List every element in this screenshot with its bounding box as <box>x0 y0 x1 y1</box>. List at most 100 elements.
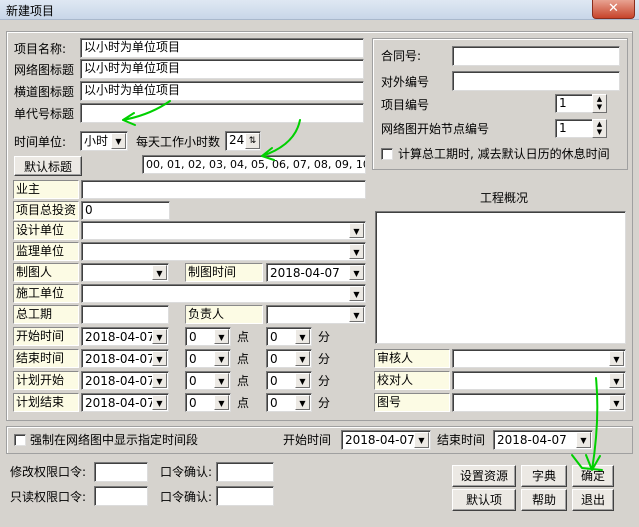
chevron-down-icon[interactable]: ▼ <box>295 351 310 366</box>
chevron-down-icon[interactable]: ▼ <box>349 265 364 280</box>
start-node-input[interactable]: 1 <box>555 119 593 138</box>
chevron-down-icon[interactable]: ▼ <box>414 432 429 448</box>
end-minute-select[interactable]: 0 ▼ <box>266 349 312 368</box>
start-date-select[interactable]: 2018-04-07 ▼ <box>81 327 169 346</box>
chevron-down-icon[interactable]: ▼ <box>295 395 310 410</box>
start-minute-label: 分 <box>318 330 331 344</box>
contract-no-label: 合同号: <box>381 49 422 63</box>
chevron-down-icon[interactable]: ▼ <box>609 373 624 388</box>
drafter-select[interactable]: ▼ <box>81 263 169 282</box>
time-unit-select[interactable]: 小时 ▼ <box>80 131 128 151</box>
chevron-down-icon[interactable]: ▼ <box>152 351 167 366</box>
drawing-no-label: 图号 <box>374 393 450 412</box>
draw-time-label: 制图时间 <box>185 263 263 282</box>
overview-label: 工程概况 <box>480 191 529 205</box>
end-minute-label: 分 <box>318 352 331 366</box>
dictionary-button[interactable]: 字典 <box>521 465 567 487</box>
drafter-label: 制图人 <box>13 263 79 282</box>
investment-input[interactable]: 0 <box>81 201 170 220</box>
chevron-down-icon[interactable]: ▼ <box>349 286 364 301</box>
plan-end-minute-value: 0 <box>270 396 278 410</box>
plan-start-date-value: 2018-04-07 <box>85 374 155 388</box>
readonly-pwd-input[interactable] <box>94 486 148 506</box>
start-hour-value: 0 <box>189 330 197 344</box>
chevron-down-icon[interactable]: ▼ <box>214 329 229 344</box>
draw-time-select[interactable]: 2018-04-07 ▼ <box>266 263 366 282</box>
chevron-down-icon[interactable]: ▼ <box>576 432 591 448</box>
chevron-down-icon[interactable]: ▼ <box>152 265 167 280</box>
reviewer-select[interactable]: ▼ <box>452 349 626 368</box>
chevron-down-icon[interactable]: ▼ <box>214 373 229 388</box>
ok-button[interactable]: 确定 <box>572 465 614 487</box>
start-minute-select[interactable]: 0 ▼ <box>266 327 312 346</box>
default-button[interactable]: 默认项 <box>452 489 516 511</box>
plan-start-hour-value: 0 <box>189 374 197 388</box>
owner-input[interactable] <box>81 180 366 199</box>
subtract-rest-checkbox[interactable] <box>381 148 393 160</box>
modify-pwd-confirm-label: 口令确认: <box>160 465 213 479</box>
default-title-button[interactable]: 默认标题 <box>14 156 82 176</box>
chevron-down-icon[interactable]: ▼ <box>152 329 167 344</box>
design-unit-select[interactable]: ▼ <box>81 221 366 240</box>
owner-label: 业主 <box>13 180 79 199</box>
modify-pwd-confirm-input[interactable] <box>216 462 274 482</box>
contract-no-input[interactable] <box>452 46 620 66</box>
chevron-down-icon[interactable]: ▼ <box>609 351 624 366</box>
project-name-input[interactable]: 以小时为单位项目 <box>80 38 364 58</box>
supervision-unit-select[interactable]: ▼ <box>81 242 366 261</box>
code-title-input[interactable] <box>80 103 364 123</box>
checker-select[interactable]: ▼ <box>452 371 626 390</box>
start-hour-select[interactable]: 0 ▼ <box>185 327 231 346</box>
chevron-down-icon[interactable]: ▼ <box>349 307 364 322</box>
manager-select[interactable]: ▼ <box>266 305 366 324</box>
plan-start-date-select[interactable]: 2018-04-07 ▼ <box>81 371 169 390</box>
plan-end-minute-select[interactable]: 0 ▼ <box>266 393 312 412</box>
chevron-down-icon[interactable]: ▼ <box>295 373 310 388</box>
end-hour-select[interactable]: 0 ▼ <box>185 349 231 368</box>
bar-title-input[interactable]: 以小时为单位项目 <box>80 81 364 101</box>
time-unit-value: 小时 <box>84 134 109 148</box>
network-title-label: 网络图标题 <box>14 63 75 77</box>
start-node-spin-icon[interactable]: ▲ ▼ <box>592 119 607 138</box>
end-date-select[interactable]: 2018-04-07 ▼ <box>81 349 169 368</box>
end-point-label: 点 <box>237 352 250 366</box>
construction-unit-label: 施工单位 <box>13 284 79 303</box>
chevron-down-icon[interactable]: ▼ <box>152 373 167 388</box>
plan-start-minute-value: 0 <box>270 374 278 388</box>
chevron-down-icon[interactable]: ▼ <box>152 395 167 410</box>
chevron-down-icon[interactable]: ▼ <box>111 133 126 149</box>
help-button[interactable]: 帮助 <box>521 489 567 511</box>
chevron-down-icon[interactable]: ▼ <box>214 351 229 366</box>
manager-label: 负责人 <box>185 305 263 324</box>
plan-end-date-select[interactable]: 2018-04-07 ▼ <box>81 393 169 412</box>
overview-textarea[interactable] <box>375 211 626 344</box>
plan-start-minute-select[interactable]: 0 ▼ <box>266 371 312 390</box>
set-resource-button[interactable]: 设置资源 <box>452 465 516 487</box>
reviewer-label: 审核人 <box>374 349 450 368</box>
project-no-spin-icon[interactable]: ▲ ▼ <box>592 94 607 113</box>
close-button[interactable]: ✕ <box>592 0 635 19</box>
chevron-down-icon[interactable]: ▼ <box>349 244 364 259</box>
force-show-checkbox[interactable] <box>14 434 26 446</box>
hours-list-field[interactable]: 00, 01, 02, 03, 04, 05, 06, 07, 08, 09, … <box>142 155 366 174</box>
chevron-down-icon[interactable]: ▼ <box>349 223 364 238</box>
exit-button[interactable]: 退出 <box>572 489 614 511</box>
total-duration-input[interactable] <box>81 305 169 324</box>
external-no-input[interactable] <box>452 71 620 91</box>
chevron-down-icon[interactable]: ▼ <box>214 395 229 410</box>
readonly-pwd-confirm-label: 口令确认: <box>160 490 213 504</box>
drawing-no-select[interactable]: ▼ <box>452 393 626 412</box>
plan-end-hour-select[interactable]: 0 ▼ <box>185 393 231 412</box>
chevron-down-icon[interactable]: ▼ <box>609 395 624 410</box>
range-end-select[interactable]: 2018-04-07 ▼ <box>493 430 593 450</box>
construction-unit-select[interactable]: ▼ <box>81 284 366 303</box>
readonly-pwd-confirm-input[interactable] <box>216 486 274 506</box>
chevron-down-icon[interactable]: ▼ <box>295 329 310 344</box>
plan-start-minute-label: 分 <box>318 374 331 388</box>
plan-start-hour-select[interactable]: 0 ▼ <box>185 371 231 390</box>
range-start-select[interactable]: 2018-04-07 ▼ <box>341 430 431 450</box>
modify-pwd-input[interactable] <box>94 462 148 482</box>
spin-updown-icon[interactable]: ⇅ <box>245 133 260 149</box>
network-title-input[interactable]: 以小时为单位项目 <box>80 59 364 79</box>
project-no-input[interactable]: 1 <box>555 94 593 113</box>
